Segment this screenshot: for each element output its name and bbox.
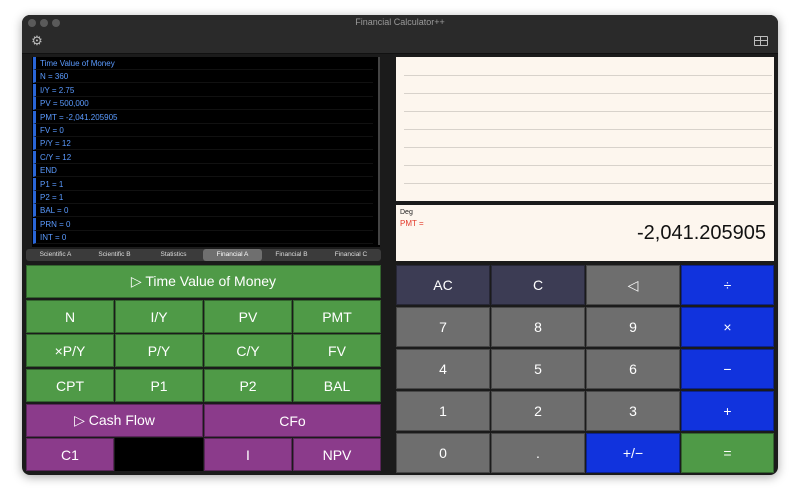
paper-tape [396,57,774,201]
decimal-button[interactable]: . [491,433,585,473]
sign-toggle-button[interactable]: +/− [586,433,680,473]
bal-button[interactable]: BAL [293,369,381,402]
i-button[interactable]: I [204,438,292,471]
cy-button[interactable]: C/Y [204,334,292,367]
plus-button[interactable]: + [681,391,774,431]
tape-line: P1 = 1 [33,177,373,191]
p2-button[interactable]: P2 [204,369,292,402]
toolbar: ⚙ [22,31,778,54]
tape-line: C/Y = 12 [33,150,373,164]
tape-line: I/Y = 2.75 [33,83,373,97]
c1-button[interactable]: C1 [26,438,114,471]
gear-icon[interactable]: ⚙ [30,34,44,48]
tvm-button[interactable]: ▷ Time Value of Money [26,265,381,298]
empty-slot [115,438,203,471]
tape-line: INT = 0 [33,231,373,245]
digit-1-button[interactable]: 1 [396,391,490,431]
display-value: -2,041.205905 [636,222,766,244]
tab-statistics[interactable]: Statistics [144,249,203,261]
backspace-button[interactable]: ◁ [586,265,680,305]
tape-line: PRN = 0 [33,217,373,231]
tape-line: P2 = 1 [33,191,373,204]
npv-button[interactable]: NPV [293,438,381,471]
tape-line: END [33,164,373,178]
tab-financial-b[interactable]: Financial B [262,249,321,261]
digit-8-button[interactable]: 8 [491,307,585,347]
pv-button[interactable]: PV [204,300,292,333]
tape-line: PV = 500,000 [33,97,373,111]
multiply-button[interactable]: × [681,307,774,347]
digit-3-button[interactable]: 3 [586,391,680,431]
tape-line: PMT = -2,041.205905 [33,110,373,124]
history-tape: Time Value of Money N = 360 I/Y = 2.75 P… [32,57,380,247]
tab-scientific-b[interactable]: Scientific B [85,249,144,261]
equals-button[interactable]: = [681,433,774,473]
py-button[interactable]: P/Y [115,334,203,367]
paper-rule [404,165,772,166]
tab-scientific-a[interactable]: Scientific A [26,249,85,261]
window-title: Financial Calculator++ [355,17,445,27]
tape-line: P/Y = 12 [33,137,373,151]
paper-rule [404,75,772,76]
ac-button[interactable]: AC [396,265,490,305]
digit-0-button[interactable]: 0 [396,433,490,473]
cfo-button[interactable]: CFo [204,404,381,437]
tape-scrollbar[interactable] [378,57,380,245]
paper-rule [404,147,772,148]
paper-rule [404,183,772,184]
divide-button[interactable]: ÷ [681,265,774,305]
title-bar: Financial Calculator++ [22,15,778,31]
calculator-display: Deg PMT = -2,041.205905 [396,205,774,261]
tape-line: FV = 0 [33,124,373,137]
pmt-button[interactable]: PMT [293,300,381,333]
table-icon[interactable] [754,36,768,46]
cpt-button[interactable]: CPT [26,369,114,402]
tab-financial-c[interactable]: Financial C [321,249,381,261]
clear-button[interactable]: C [491,265,585,305]
digit-7-button[interactable]: 7 [396,307,490,347]
digit-5-button[interactable]: 5 [491,349,585,389]
mode-tabs: Scientific A Scientific B Statistics Fin… [26,249,381,261]
n-button[interactable]: N [26,300,114,333]
digit-9-button[interactable]: 9 [586,307,680,347]
app-window: Financial Calculator++ ⚙ Time Value of M… [22,15,778,475]
xpy-button[interactable]: ×P/Y [26,334,114,367]
paper-rule [404,111,772,112]
minus-button[interactable]: − [681,349,774,389]
tape-line: Time Value of Money [33,57,373,70]
display-label: PMT = [400,219,424,228]
paper-rule [404,129,772,130]
paper-rule [404,93,772,94]
fv-button[interactable]: FV [293,334,381,367]
digit-2-button[interactable]: 2 [491,391,585,431]
tape-line: BAL = 0 [33,204,373,218]
angle-mode: Deg [400,209,413,216]
tab-financial-a[interactable]: Financial A [203,249,262,261]
digit-6-button[interactable]: 6 [586,349,680,389]
iy-button[interactable]: I/Y [115,300,203,333]
p1-button[interactable]: P1 [115,369,203,402]
tape-line: N = 360 [33,70,373,84]
cash-flow-button[interactable]: ▷ Cash Flow [26,404,203,437]
digit-4-button[interactable]: 4 [396,349,490,389]
